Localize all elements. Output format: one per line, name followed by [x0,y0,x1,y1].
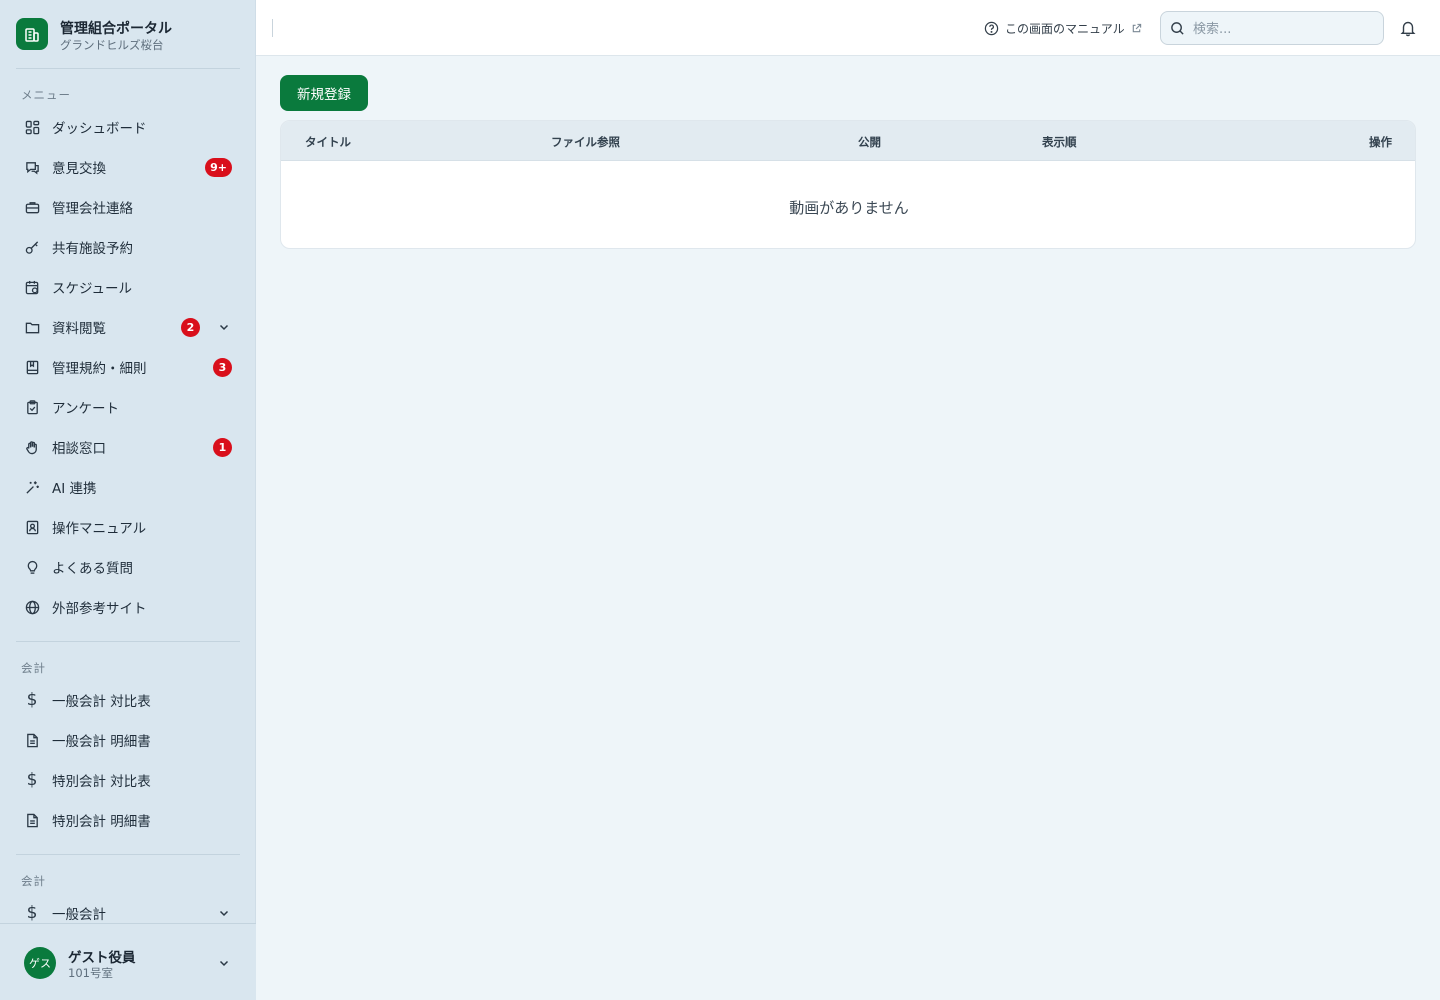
sidebar-item-label: アンケート [52,401,119,417]
search-box[interactable] [1160,11,1384,45]
search-input[interactable] [1193,19,1373,39]
sidebar-item-ai-integration[interactable]: AI 連携 [16,469,240,505]
sidebar-item-label: 相談窓口 [52,441,106,457]
unread-badge: 1 [213,438,232,457]
sidebar-item-label: ダッシュボード [52,121,147,137]
chevron-down-icon[interactable] [218,907,230,919]
sidebar-item-general-comparison[interactable]: $ 一般会計 対比表 [16,682,240,718]
sidebar-item-survey[interactable]: アンケート [16,389,240,425]
sidebar-item-label: 特別会計 対比表 [52,774,151,790]
sidebar-item-label: 資料閲覧 [52,321,106,337]
hand-icon [23,438,41,456]
new-registration-button[interactable]: 新規登録 [280,75,368,111]
brand-subtitle: グランドヒルズ桜台 [60,38,164,52]
sidebar: 管理組合ポータル グランドヒルズ桜台 メニュー ダッシュボード 意見交換 9+ … [0,0,256,1000]
user-room: 101号室 [68,966,113,980]
document-icon [23,811,41,829]
book-icon [23,358,41,376]
lightbulb-icon [23,558,41,576]
sidebar-item-label: 特別会計 明細書 [52,814,151,830]
sidebar-item-management-contact[interactable]: 管理会社連絡 [16,189,240,225]
sidebar-item-dashboard[interactable]: ダッシュボード [16,109,240,145]
sidebar-item-label: よくある質問 [52,561,133,577]
briefcase-icon [23,198,41,216]
column-header-title[interactable]: タイトル [305,134,351,150]
sidebar-item-faq[interactable]: よくある質問 [16,549,240,585]
accounting-section-label-2: 会計 [21,874,46,888]
column-header-display-order[interactable]: 表示順 [1042,134,1077,150]
sidebar-item-special-statement[interactable]: 特別会計 明細書 [16,802,240,838]
column-header-public[interactable]: 公開 [858,134,881,150]
sidebar-item-label: 一般会計 対比表 [52,694,151,710]
unread-badge: 9+ [205,158,232,177]
globe-icon [23,598,41,616]
key-icon [23,238,41,256]
chevron-down-icon[interactable] [218,321,230,333]
sidebar-item-label: 一般会計 明細書 [52,734,151,750]
user-menu[interactable]: ゲス ゲスト役員 101号室 [0,923,256,1000]
sidebar-item-opinion-exchange[interactable]: 意見交換 9+ [16,149,240,185]
bell-icon[interactable] [1399,19,1417,37]
sidebar-item-label: 管理規約・細則 [52,361,147,377]
folder-icon [23,318,41,336]
help-circle-icon [984,21,999,35]
sidebar-item-label: 操作マニュアル [52,521,147,537]
empty-state-message: 動画がありません [789,199,909,217]
sidebar-item-facility-booking[interactable]: 共有施設予約 [16,229,240,265]
avatar: ゲス [24,947,56,979]
sidebar-divider [16,68,240,69]
brand[interactable]: 管理組合ポータル グランドヒルズ桜台 [16,16,246,56]
accounting-section-label: 会計 [21,661,46,675]
document-icon [23,731,41,749]
sidebar-item-external-sites[interactable]: 外部参考サイト [16,589,240,625]
sidebar-item-label: 意見交換 [52,161,106,177]
sidebar-item-bylaws[interactable]: 管理規約・細則 3 [16,349,240,385]
screen-manual-label: この画面のマニュアル [1005,21,1125,36]
sparkle-icon [23,478,41,496]
sidebar-item-special-comparison[interactable]: $ 特別会計 対比表 [16,762,240,798]
sidebar-item-label: 共有施設予約 [52,241,133,257]
sidebar-item-general-statement[interactable]: 一般会計 明細書 [16,722,240,758]
sidebar-divider [16,641,240,642]
video-table: タイトル ファイル参照 公開 表示順 操作 動画がありません [280,120,1416,249]
column-header-actions[interactable]: 操作 [1369,134,1392,150]
unread-badge: 3 [213,358,232,377]
sidebar-item-consultation[interactable]: 相談窓口 1 [16,429,240,465]
dashboard-grid-icon [23,118,41,136]
top-header: この画面のマニュアル [256,0,1440,56]
sidebar-item-label: 外部参考サイト [52,601,147,617]
dollar-icon: $ [26,903,38,923]
chevron-down-icon[interactable] [218,957,230,969]
column-header-file[interactable]: ファイル参照 [551,134,620,150]
sidebar-divider [16,854,240,855]
manual-book-icon [23,518,41,536]
sidebar-item-operation-manual[interactable]: 操作マニュアル [16,509,240,545]
sidebar-item-schedule[interactable]: スケジュール [16,269,240,305]
calendar-clock-icon [23,278,41,296]
brand-title: 管理組合ポータル [60,21,172,37]
user-name: ゲスト役員 [68,950,136,966]
chat-icon [23,158,41,176]
search-icon [1171,22,1184,35]
clipboard-check-icon [23,398,41,416]
unread-badge: 2 [181,318,200,337]
building-logo-icon [16,18,48,50]
sidebar-item-label: AI 連携 [52,481,97,497]
sidebar-item-label: 一般会計 [52,907,106,923]
dollar-icon: $ [26,690,38,710]
screen-manual-link[interactable]: この画面のマニュアル [984,19,1142,37]
sidebar-item-label: スケジュール [52,281,133,297]
external-link-icon [1132,23,1141,32]
dollar-icon: $ [26,770,38,790]
table-header: タイトル ファイル参照 公開 表示順 操作 [281,121,1415,161]
menu-section-label: メニュー [21,88,71,102]
sidebar-item-documents[interactable]: 資料閲覧 2 [16,309,240,345]
sidebar-item-label: 管理会社連絡 [52,201,133,217]
header-separator [272,19,273,37]
